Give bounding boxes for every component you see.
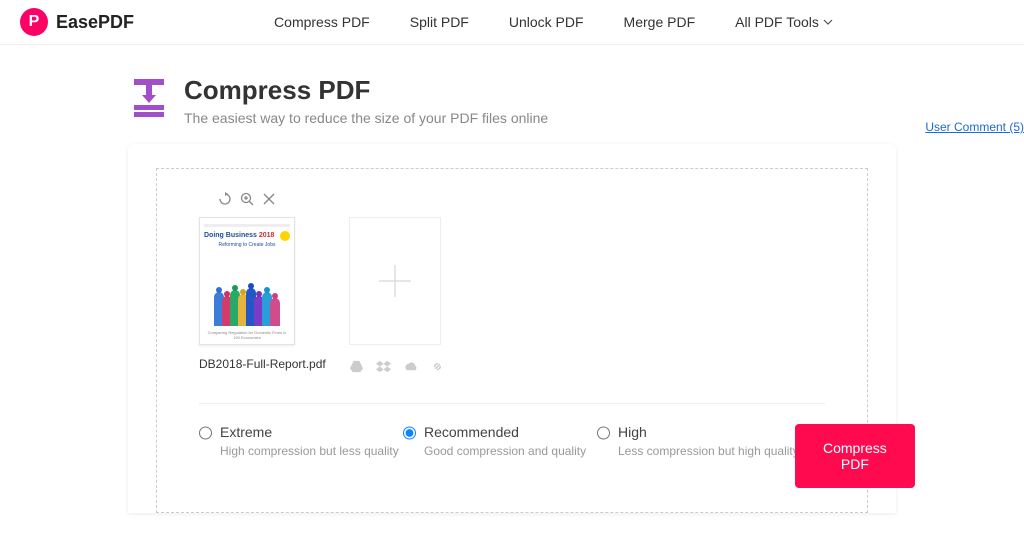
file-list: Doing Business 2018 Reforming to Create … — [199, 191, 825, 375]
nav-compress-pdf[interactable]: Compress PDF — [274, 14, 370, 30]
nav-unlock-pdf[interactable]: Unlock PDF — [509, 14, 584, 30]
page-header: Compress PDF The easiest way to reduce t… — [0, 45, 1020, 144]
top-nav: P EasePDF Compress PDF Split PDF Unlock … — [0, 0, 1024, 45]
rotate-icon[interactable] — [217, 191, 233, 207]
radio-recommended[interactable] — [403, 426, 416, 440]
zoom-icon[interactable] — [239, 191, 255, 207]
nav-merge-pdf[interactable]: Merge PDF — [624, 14, 696, 30]
page-title: Compress PDF — [184, 75, 548, 106]
url-link-icon[interactable] — [430, 359, 445, 375]
option-extreme[interactable]: Extreme High compression but less qualit… — [199, 424, 385, 458]
option-desc: Less compression but high quality — [618, 444, 799, 458]
user-comment-link[interactable]: User Comment (5) — [925, 120, 1024, 134]
brand[interactable]: P EasePDF — [20, 8, 134, 36]
compress-button[interactable]: Compress PDF — [795, 424, 915, 488]
file-item: Doing Business 2018 Reforming to Create … — [199, 191, 295, 371]
file-controls — [199, 191, 295, 207]
radio-extreme[interactable] — [199, 426, 212, 440]
cloud-sources — [349, 359, 445, 375]
file-name: DB2018-Full-Report.pdf — [199, 357, 295, 371]
page-subtitle: The easiest way to reduce the size of yo… — [184, 110, 548, 126]
dropbox-icon[interactable] — [376, 359, 391, 375]
compress-tool-icon — [128, 75, 170, 117]
google-drive-icon[interactable] — [349, 359, 364, 375]
add-file — [349, 217, 445, 375]
option-high[interactable]: High Less compression but high quality — [597, 424, 777, 458]
dropzone[interactable]: Doing Business 2018 Reforming to Create … — [156, 168, 868, 513]
compression-options: Extreme High compression but less qualit… — [199, 404, 825, 488]
file-thumbnail[interactable]: Doing Business 2018 Reforming to Create … — [199, 217, 295, 345]
plus-icon — [373, 259, 417, 303]
radio-high[interactable] — [597, 426, 610, 440]
option-title: High — [618, 424, 799, 440]
nav-all-tools[interactable]: All PDF Tools — [735, 14, 833, 30]
option-title: Extreme — [220, 424, 399, 440]
main-panel: Doing Business 2018 Reforming to Create … — [128, 144, 896, 513]
option-title: Recommended — [424, 424, 586, 440]
logo-icon: P — [20, 8, 48, 36]
close-icon[interactable] — [261, 191, 277, 207]
chevron-down-icon — [823, 14, 833, 30]
nav-split-pdf[interactable]: Split PDF — [410, 14, 469, 30]
option-desc: Good compression and quality — [424, 444, 586, 458]
brand-name: EasePDF — [56, 12, 134, 33]
nav-links: Compress PDF Split PDF Unlock PDF Merge … — [274, 14, 833, 30]
add-file-button[interactable] — [349, 217, 441, 345]
option-desc: High compression but less quality — [220, 444, 399, 458]
onedrive-icon[interactable] — [403, 359, 418, 375]
option-recommended[interactable]: Recommended Good compression and quality — [403, 424, 579, 458]
nav-all-tools-label: All PDF Tools — [735, 14, 819, 30]
